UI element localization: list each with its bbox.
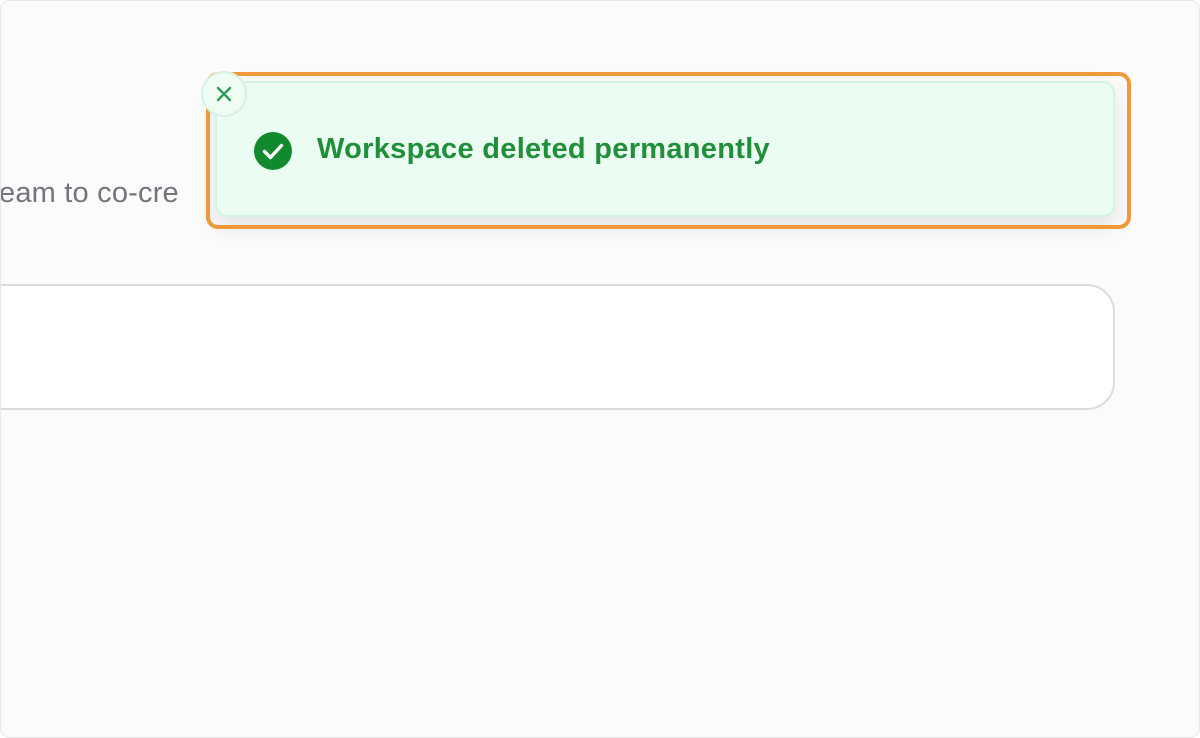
toast-message: Workspace deleted permanently — [317, 133, 770, 165]
description-text: eam to co-cre — [0, 177, 179, 209]
check-circle-icon — [254, 132, 292, 170]
success-toast: Workspace deleted permanently — [215, 81, 1115, 217]
workspace-input[interactable] — [1, 284, 1115, 410]
page-frame: eam to co-cre Workspace deleted permanen… — [0, 0, 1200, 738]
toast-close-button[interactable] — [201, 71, 247, 117]
close-icon — [216, 86, 232, 102]
